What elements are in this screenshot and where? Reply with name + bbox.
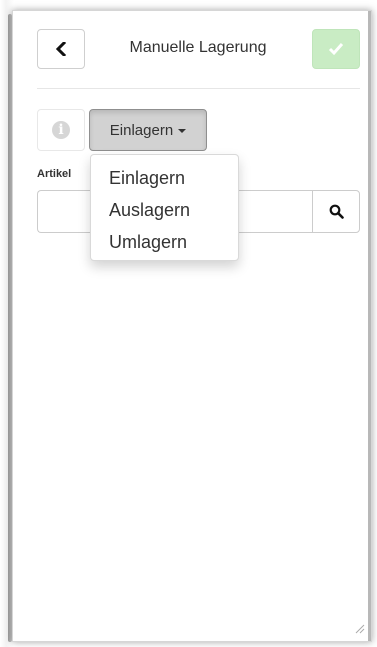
- main-panel: Manuelle Lagerung i Einlagern Artikel Ei…: [12, 10, 372, 642]
- search-icon: [329, 204, 344, 219]
- header-divider: [37, 88, 360, 89]
- info-icon: i: [52, 121, 70, 139]
- check-icon: [328, 43, 344, 56]
- info-button[interactable]: i: [37, 109, 85, 151]
- mode-option-auslagern[interactable]: Auslagern: [91, 194, 238, 226]
- chevron-left-icon: [55, 42, 67, 56]
- back-button[interactable]: [37, 29, 85, 69]
- search-button[interactable]: [312, 190, 360, 233]
- app-stage: Manuelle Lagerung i Einlagern Artikel Ei…: [0, 0, 377, 647]
- mode-option-einlagern[interactable]: Einlagern: [91, 162, 238, 194]
- mode-selected-label: Einlagern: [109, 121, 174, 139]
- caret-down-icon: [178, 129, 187, 133]
- page-title: Manuelle Lagerung: [129, 39, 267, 56]
- artikel-label: Artikel: [37, 168, 72, 180]
- mode-dropdown-menu: Einlagern Auslagern Umlagern: [90, 154, 239, 261]
- mode-option-umlagern[interactable]: Umlagern: [91, 226, 238, 258]
- mode-dropdown-button[interactable]: Einlagern: [89, 109, 207, 151]
- resize-grip-icon[interactable]: [355, 624, 365, 634]
- confirm-button[interactable]: [312, 29, 360, 69]
